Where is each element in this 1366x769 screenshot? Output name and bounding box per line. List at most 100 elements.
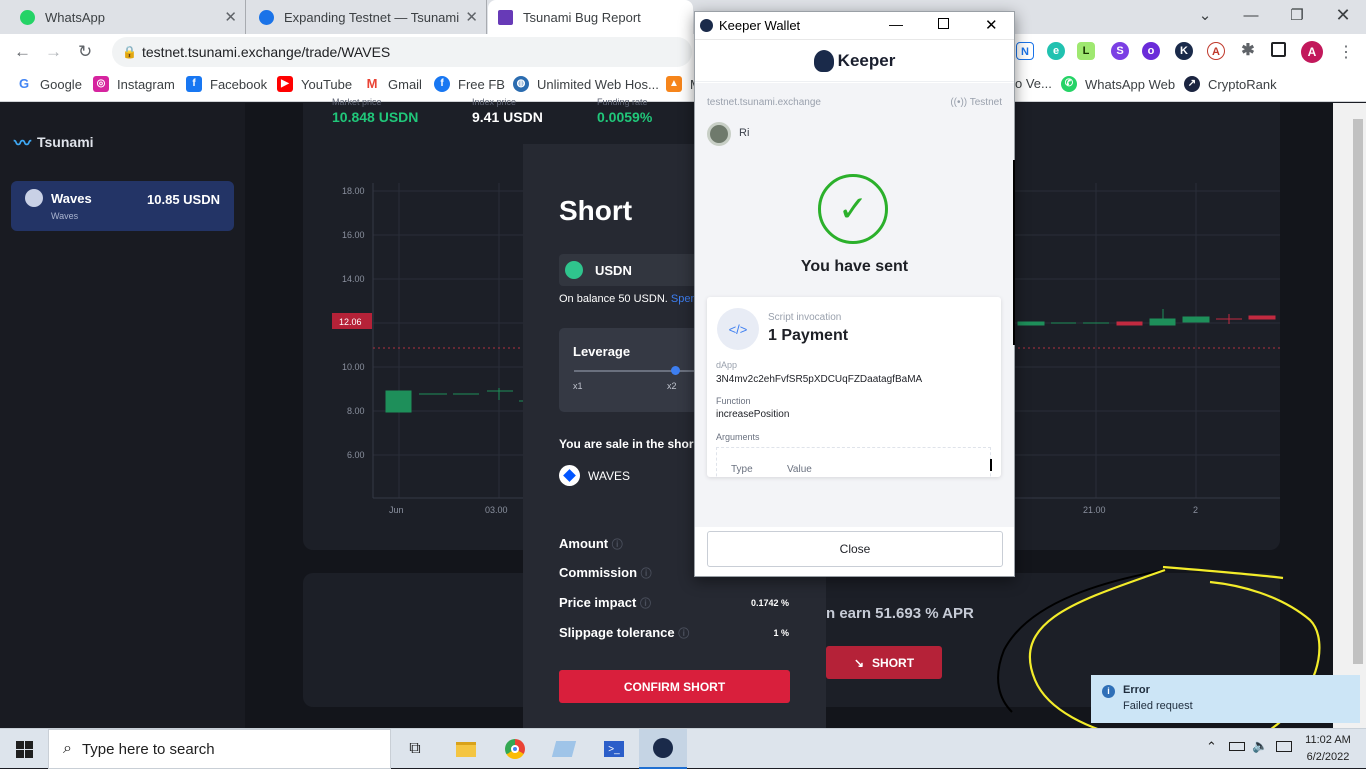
windows-taskbar: ⌕ Type here to search ⧉ >_ ⌃ 🔈 11:02 AM …	[0, 728, 1366, 769]
bookmark-facebook[interactable]: f Facebook	[186, 76, 267, 92]
card-scrollbar[interactable]	[990, 459, 992, 471]
search-icon: ⌕	[63, 740, 72, 757]
info-icon: i	[1102, 685, 1115, 698]
metamask-icon: ▲	[666, 76, 682, 92]
chrome-icon[interactable]	[491, 729, 539, 769]
bookmark-youtube[interactable]: ▶ YouTube	[277, 76, 352, 92]
menu-dots-icon[interactable]: ⋮	[1338, 42, 1354, 62]
bookmark-whatsapp-web[interactable]: ✆ WhatsApp Web	[1061, 76, 1175, 92]
arguments-table: Type Value	[716, 447, 991, 477]
volume-icon[interactable]: 🔈	[1252, 738, 1268, 754]
current-price-label: 12.06	[339, 317, 362, 327]
keeper-header: Keeper	[695, 40, 1014, 82]
extension-o-icon[interactable]: o	[1142, 42, 1160, 60]
x-tick-label: 03.00	[485, 505, 508, 515]
scrollbar-thumb[interactable]	[1353, 119, 1363, 664]
facebook-icon: f	[434, 76, 450, 92]
extension-n-icon[interactable]: N	[1016, 42, 1034, 60]
sale-text: You are sale in the shor	[559, 437, 694, 451]
extension-line-icon[interactable]: L	[1077, 42, 1095, 60]
maximize-button[interactable]	[938, 18, 949, 29]
close-tab-icon[interactable]: ✕	[465, 8, 478, 26]
leverage-tick: x1	[573, 381, 583, 391]
bookmark-cryptorank[interactable]: ↗ CryptoRank	[1184, 76, 1277, 92]
candle	[1182, 316, 1210, 323]
market-item-waves[interactable]: Waves Waves 10.85 USDN	[11, 181, 234, 231]
bookmark-truncated[interactable]: o Ve...	[1015, 76, 1052, 91]
x-tick-label: 21.00	[1083, 505, 1106, 515]
trend-down-icon: ↘	[853, 655, 865, 670]
bookmarks-bar: G Google ◎ Instagram f Facebook ▶ YouTube MG…	[0, 70, 1366, 102]
tx-title: 1 Payment	[768, 327, 849, 344]
address-bar[interactable]: 🔒 testnet.tsunami.exchange/trade/WAVES	[112, 37, 692, 67]
short-title: Short	[559, 195, 633, 226]
start-button[interactable]	[0, 729, 48, 769]
keeper-wallet-window: Keeper Wallet — ✕ Keeper testnet.tsunami…	[694, 11, 1015, 577]
app-sidebar: 〰 Tsunami Waves Waves 10.85 USDN	[0, 103, 245, 728]
side-panel-icon[interactable]	[1271, 42, 1286, 57]
tab-expanding-testnet[interactable]: Expanding Testnet — Tsunami Ex ✕	[247, 0, 487, 34]
file-explorer-icon[interactable]	[442, 729, 490, 769]
notification-title: Error	[1123, 684, 1150, 696]
x-tick-label: 2	[1193, 505, 1198, 515]
bookmark-free-fb[interactable]: f Free FB	[434, 76, 505, 92]
bookmark-instagram[interactable]: ◎ Instagram	[93, 76, 175, 92]
help-icon[interactable]: ⓘ	[640, 598, 651, 610]
bookmark-unlimited-web-hosting[interactable]: ◍ Unlimited Web Hos...	[513, 76, 659, 92]
tab-search-icon[interactable]: ⌄	[1182, 0, 1228, 30]
leverage-slider-thumb[interactable]	[671, 366, 680, 375]
tab-whatsapp[interactable]: WhatsApp ✕	[0, 0, 246, 34]
reload-icon[interactable]: ↻	[78, 42, 92, 62]
battery-icon[interactable]	[1229, 742, 1245, 751]
brand-logo[interactable]: 〰 Tsunami	[14, 129, 94, 154]
app-icon[interactable]	[540, 729, 588, 769]
puzzle-icon[interactable]: ✱	[1239, 42, 1257, 60]
tab-tsunami-bug-report[interactable]: Tsunami Bug Report	[488, 0, 693, 34]
minimize-button[interactable]: —	[889, 16, 903, 32]
x-tick-label: Jun	[389, 505, 404, 515]
extension-a-icon[interactable]: A	[1207, 42, 1225, 60]
candle	[1248, 315, 1276, 320]
function-label: Function	[716, 396, 751, 406]
help-icon[interactable]: ⓘ	[612, 539, 623, 551]
bookmark-gmail[interactable]: M Gmail	[364, 76, 422, 92]
page-scrollbar[interactable]	[1333, 103, 1366, 728]
confirm-short-button[interactable]: CONFIRM SHORT	[559, 670, 790, 703]
bookmark-google[interactable]: G Google	[16, 76, 82, 92]
y-tick-label: 18.00	[342, 186, 365, 196]
forward-arrow-icon[interactable]: →	[45, 42, 62, 62]
origin-text: testnet.tsunami.exchange	[707, 97, 821, 108]
tray-chevron-icon[interactable]: ⌃	[1206, 739, 1217, 755]
y-tick-label: 10.00	[342, 362, 365, 372]
task-view-icon[interactable]: ⧉	[391, 729, 439, 769]
error-notification[interactable]: i Error Failed request	[1091, 675, 1360, 723]
whatsapp-icon: ✆	[1061, 76, 1077, 92]
powershell-icon[interactable]: >_	[590, 729, 638, 769]
back-arrow-icon[interactable]: ←	[14, 42, 31, 62]
extension-s-icon[interactable]: S	[1111, 42, 1129, 60]
tx-card: </> Script invocation 1 Payment dApp 3N4…	[707, 297, 1001, 477]
leverage-label: Leverage	[573, 344, 631, 359]
restore-button[interactable]: ❐	[1274, 0, 1320, 30]
clock[interactable]: 11:02 AM 6/2/2022	[1300, 732, 1356, 766]
close-tab-icon[interactable]: ✕	[224, 8, 237, 26]
extension-keeper-icon[interactable]: K	[1175, 42, 1193, 60]
waves-logo-icon	[559, 465, 580, 486]
help-icon[interactable]: ⓘ	[641, 568, 652, 580]
close-window-button[interactable]: ✕	[1320, 0, 1366, 30]
close-window-button[interactable]: ✕	[985, 16, 998, 34]
extension-c-icon[interactable]: e	[1047, 42, 1065, 60]
whatsapp-icon	[20, 9, 35, 25]
minimize-button[interactable]: —	[1228, 0, 1274, 30]
profile-avatar[interactable]: A	[1301, 41, 1323, 63]
cryptorank-icon: ↗	[1184, 76, 1200, 92]
close-button[interactable]: Close	[707, 531, 1003, 567]
info-row-price-impact: Price impact ⓘ 0.1742 %	[559, 595, 789, 610]
market-name: Waves	[51, 191, 92, 206]
keeper-taskbar-icon[interactable]	[639, 729, 687, 769]
script-invocation-icon: </>	[717, 308, 759, 350]
keyboard-icon[interactable]	[1276, 741, 1292, 752]
taskbar-search-box[interactable]: ⌕ Type here to search	[48, 729, 391, 769]
short-button[interactable]: ↘ SHORT	[826, 646, 942, 679]
help-icon[interactable]: ⓘ	[678, 628, 689, 640]
